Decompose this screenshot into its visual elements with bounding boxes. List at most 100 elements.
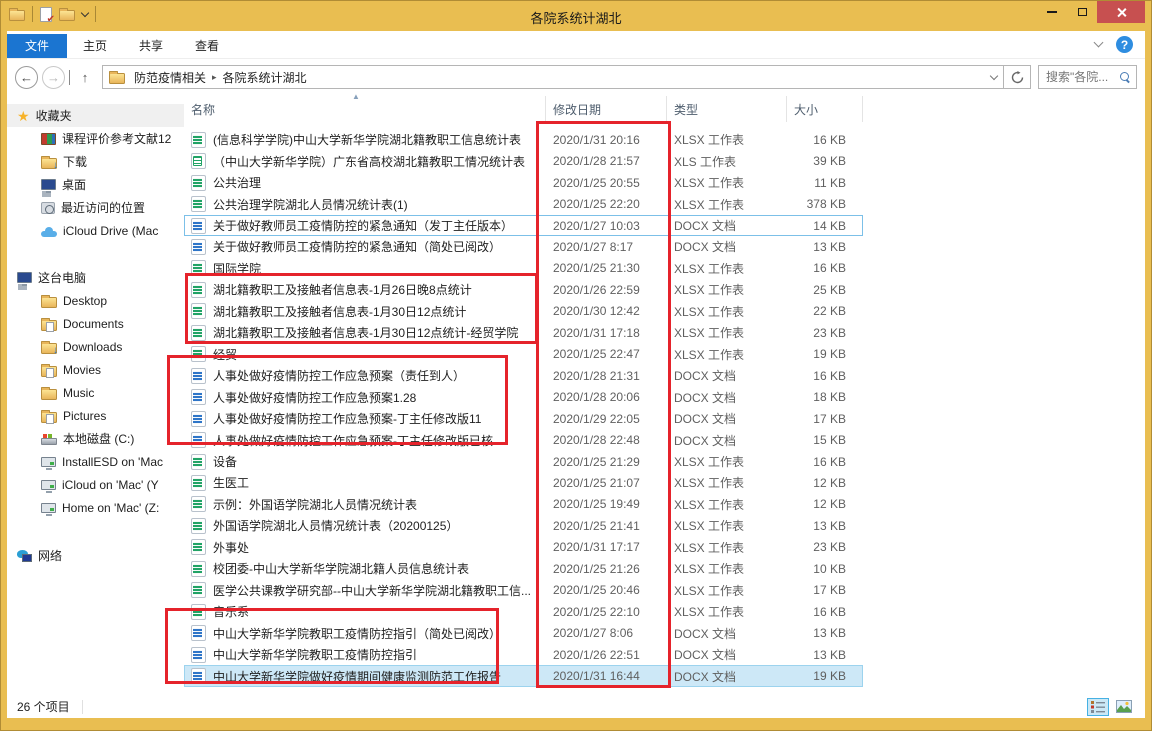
sidebar-item[interactable]: 课程评价参考文献12 (7, 127, 184, 150)
document-folder-icon (41, 412, 57, 423)
sidebar-section-1[interactable]: 这台电脑 (7, 266, 184, 289)
column-header-1[interactable]: 修改日期 (546, 96, 667, 122)
file-name: 经贸 (213, 346, 237, 363)
address-box[interactable]: 防范疫情相关▸各院系统计湖北 (102, 65, 1004, 89)
recent-locations-chevron-icon[interactable] (65, 70, 74, 84)
sidebar-item[interactable]: 下载 (7, 150, 184, 173)
sidebar-section-0[interactable]: ★收藏夹 (7, 104, 184, 127)
titlebar: 各院系统计湖北 (1, 1, 1151, 31)
file-row[interactable]: 生医工2020/1/25 21:07XLSX 工作表12 KB (184, 472, 863, 493)
file-size: 10 KB (787, 562, 856, 576)
sidebar-item[interactable]: 最近访问的位置 (7, 196, 184, 219)
file-row[interactable]: 人事处做好疫情防控工作应急预案1.282020/1/28 20:06DOCX 文… (184, 386, 863, 407)
column-header-0[interactable]: 名称 (184, 96, 546, 122)
details-view-button[interactable] (1087, 698, 1109, 716)
tab-2[interactable]: 查看 (179, 34, 235, 58)
file-row[interactable]: 关于做好教师员工疫情防控的紧急通知（发丁主任版本）2020/1/27 10:03… (184, 215, 863, 236)
file-size: 378 KB (787, 197, 856, 211)
refresh-button[interactable] (1004, 65, 1031, 89)
file-name-cell: 外事处 (184, 539, 546, 556)
close-button[interactable] (1097, 1, 1145, 23)
file-row[interactable]: 中山大学新华学院做好疫情期间健康监测防范工作报告2020/1/31 16:44D… (184, 665, 863, 686)
sidebar-item[interactable]: Pictures (7, 404, 184, 427)
file-row[interactable]: 外事处2020/1/31 17:17XLSX 工作表23 KB (184, 537, 863, 558)
sidebar-section-2[interactable]: 网络 (7, 544, 184, 567)
file-row[interactable]: （中山大学新华学院）广东省高校湖北籍教职工情况统计表2020/1/28 21:5… (184, 150, 863, 171)
up-button[interactable]: ↑ (74, 70, 96, 85)
details-view-icon (1091, 701, 1105, 713)
new-folder-icon[interactable] (59, 10, 75, 21)
breadcrumb-item[interactable]: 防范疫情相关 (131, 69, 209, 86)
file-row[interactable]: 公共治理2020/1/25 20:55XLSX 工作表11 KB (184, 172, 863, 193)
thumbnail-view-button[interactable] (1113, 698, 1135, 716)
file-row[interactable]: (信息科学学院)中山大学新华学院湖北籍教职工信息统计表2020/1/31 20:… (184, 129, 863, 150)
customize-toolbar-chevron-icon[interactable] (81, 8, 89, 16)
sidebar-item[interactable]: Music (7, 381, 184, 404)
file-row[interactable]: 关于做好教师员工疫情防控的紧急通知（简处已阅改）2020/1/27 8:17DO… (184, 236, 863, 257)
search-icon[interactable] (1120, 72, 1131, 83)
back-button[interactable]: ← (15, 66, 38, 89)
file-row[interactable]: 国际学院2020/1/25 21:30XLSX 工作表16 KB (184, 258, 863, 279)
search-input[interactable] (1044, 69, 1120, 85)
help-icon[interactable]: ? (1116, 36, 1133, 53)
file-row[interactable]: 人事处做好疫情防控工作应急预案（责任到人）2020/1/28 21:31DOCX… (184, 365, 863, 386)
folder-icon (41, 389, 57, 400)
window-folder-icon[interactable] (9, 10, 25, 21)
properties-check-icon[interactable] (40, 7, 52, 22)
sidebar-item[interactable]: 桌面 (7, 173, 184, 196)
sidebar-item[interactable]: iCloud on 'Mac' (Y (7, 473, 184, 496)
file-row[interactable]: 示例：外国语学院湖北人员情况统计表2020/1/25 19:49XLSX 工作表… (184, 494, 863, 515)
file-row[interactable]: 湖北籍教职工及接触者信息表-1月30日12点统计2020/1/30 12:42X… (184, 301, 863, 322)
column-header-2[interactable]: 类型 (667, 96, 787, 122)
column-header-3[interactable]: 大小 (787, 96, 863, 122)
file-row[interactable]: 设备2020/1/25 21:29XLSX 工作表16 KB (184, 451, 863, 472)
sidebar-item[interactable]: Documents (7, 312, 184, 335)
file-date: 2020/1/31 20:16 (546, 133, 667, 147)
address-dropdown-chevron-icon[interactable] (990, 72, 998, 80)
breadcrumb-item[interactable]: 各院系统计湖北 (220, 69, 310, 86)
client-area: 文件 主页共享查看 ? ← → ↑ 防范疫情相关▸各院系统计湖北 (7, 31, 1145, 718)
sidebar-item[interactable]: Downloads (7, 335, 184, 358)
file-row[interactable]: 外国语学院湖北人员情况统计表（20200125）2020/1/25 21:41X… (184, 515, 863, 536)
status-bar: 26 个项目 (7, 695, 1145, 718)
sidebar-item[interactable]: iCloud Drive (Mac (7, 219, 184, 242)
file-row[interactable]: 湖北籍教职工及接触者信息表-1月26日晚8点统计2020/1/26 22:59X… (184, 279, 863, 300)
forward-button[interactable]: → (42, 66, 65, 89)
sidebar-item[interactable]: Desktop (7, 289, 184, 312)
sidebar-item[interactable]: 本地磁盘 (C:) (7, 427, 184, 450)
minimize-button[interactable] (1037, 1, 1067, 23)
file-row[interactable]: 音乐系2020/1/25 22:10XLSX 工作表16 KB (184, 601, 863, 622)
sidebar-item[interactable]: Movies (7, 358, 184, 381)
file-name-cell: 中山大学新华学院教职工疫情防控指引（简处已阅改） (184, 625, 546, 642)
tab-file[interactable]: 文件 (7, 34, 67, 58)
tab-0[interactable]: 主页 (67, 34, 123, 58)
file-row[interactable]: 中山大学新华学院教职工疫情防控指引（简处已阅改）2020/1/27 8:06DO… (184, 622, 863, 643)
file-row[interactable]: 经贸2020/1/25 22:47XLSX 工作表19 KB (184, 344, 863, 365)
sidebar-item-label: Desktop (63, 294, 107, 308)
file-row[interactable]: 公共治理学院湖北人员情况统计表(1)2020/1/25 22:20XLSX 工作… (184, 193, 863, 214)
file-type: XLSX 工作表 (667, 303, 787, 320)
file-name: 人事处做好疫情防控工作应急预案（责任到人） (213, 367, 465, 384)
file-type: XLSX 工作表 (667, 260, 787, 277)
file-date: 2020/1/28 20:06 (546, 390, 667, 404)
tab-1[interactable]: 共享 (123, 34, 179, 58)
maximize-button[interactable] (1067, 1, 1097, 23)
file-name: 中山大学新华学院教职工疫情防控指引 (213, 646, 417, 663)
file-size: 13 KB (787, 519, 856, 533)
file-row[interactable]: 校团委-中山大学新华学院湖北籍人员信息统计表2020/1/25 21:26XLS… (184, 558, 863, 579)
sidebar-item[interactable]: Home on 'Mac' (Z: (7, 496, 184, 519)
column-header-label: 名称 (191, 101, 215, 118)
item-count: 26 个项目 (17, 698, 70, 715)
file-type: XLSX 工作表 (667, 582, 787, 599)
file-row[interactable]: 人事处做好疫情防控工作应急预案-丁主任修改版已核2020/1/28 22:48D… (184, 429, 863, 450)
file-date: 2020/1/30 12:42 (546, 304, 667, 318)
file-type: DOCX 文档 (667, 367, 787, 384)
sidebar-item[interactable]: InstallESD on 'Mac (7, 450, 184, 473)
file-row[interactable]: 医学公共课教学研究部--中山大学新华学院湖北籍教职工信...2020/1/25 … (184, 580, 863, 601)
file-row[interactable]: 湖北籍教职工及接触者信息表-1月30日12点统计-经贸学院2020/1/31 1… (184, 322, 863, 343)
file-row[interactable]: 人事处做好疫情防控工作应急预案-丁主任修改版112020/1/29 22:05D… (184, 408, 863, 429)
expand-ribbon-chevron-icon[interactable] (1094, 38, 1104, 48)
file-row[interactable]: 中山大学新华学院教职工疫情防控指引2020/1/26 22:51DOCX 文档1… (184, 644, 863, 665)
cloud-icon (41, 227, 57, 237)
file-size: 17 KB (787, 583, 856, 597)
